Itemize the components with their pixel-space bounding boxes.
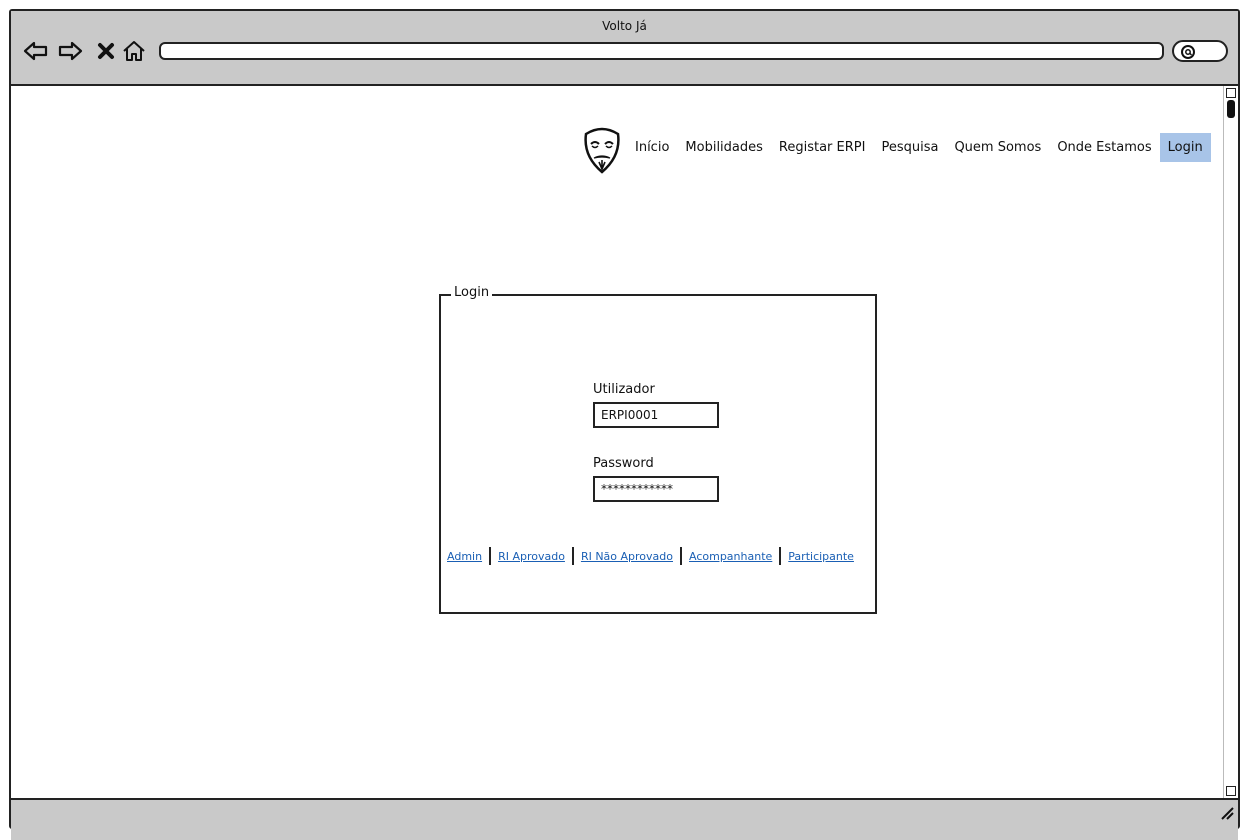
nav-mobilidades[interactable]: Mobilidades bbox=[677, 133, 771, 162]
search-box[interactable] bbox=[1172, 40, 1228, 62]
nav-login[interactable]: Login bbox=[1159, 133, 1211, 162]
window-title: Volto Já bbox=[602, 19, 647, 33]
close-icon[interactable] bbox=[93, 38, 119, 64]
resize-grip-icon[interactable] bbox=[1220, 806, 1234, 820]
login-legend: Login bbox=[451, 285, 493, 300]
password-input[interactable] bbox=[593, 476, 719, 502]
login-panel: Login Utilizador Password Admin RI Aprov… bbox=[439, 285, 877, 614]
page-content: Início Mobilidades Registar ERPI Pesquis… bbox=[11, 86, 1222, 797]
scroll-down-icon[interactable] bbox=[1226, 786, 1236, 796]
scroll-thumb[interactable] bbox=[1227, 100, 1235, 118]
vertical-scrollbar[interactable] bbox=[1223, 86, 1238, 798]
link-acompanhante[interactable]: Acompanhante bbox=[689, 550, 772, 563]
title-bar: Volto Já bbox=[11, 11, 1238, 86]
nav-onde-estamos[interactable]: Onde Estamos bbox=[1049, 133, 1159, 162]
site-navigation: Início Mobilidades Registar ERPI Pesquis… bbox=[627, 133, 1211, 162]
username-label: Utilizador bbox=[593, 382, 655, 397]
forward-icon[interactable] bbox=[57, 38, 83, 64]
divider bbox=[779, 547, 782, 565]
divider bbox=[489, 547, 492, 565]
link-ri-nao-aprovado[interactable]: RI Não Aprovado bbox=[581, 550, 673, 563]
address-bar[interactable] bbox=[159, 42, 1164, 60]
nav-pesquisa[interactable]: Pesquisa bbox=[873, 133, 946, 162]
nav-registar-erpi[interactable]: Registar ERPI bbox=[771, 133, 874, 162]
nav-quem-somos[interactable]: Quem Somos bbox=[946, 133, 1049, 162]
password-label: Password bbox=[593, 456, 654, 471]
link-participante[interactable]: Participante bbox=[788, 550, 854, 563]
scroll-up-icon[interactable] bbox=[1226, 88, 1236, 98]
nav-inicio[interactable]: Início bbox=[627, 133, 677, 162]
link-ri-aprovado[interactable]: RI Aprovado bbox=[498, 550, 565, 563]
status-bar bbox=[11, 798, 1238, 840]
back-icon[interactable] bbox=[23, 38, 49, 64]
username-input[interactable] bbox=[593, 402, 719, 428]
mask-logo bbox=[584, 127, 620, 174]
browser-window: Volto Já Início Mobilidades Registar ERP… bbox=[9, 9, 1240, 840]
home-icon[interactable] bbox=[121, 38, 147, 64]
divider bbox=[680, 547, 682, 565]
divider bbox=[571, 547, 574, 565]
link-admin[interactable]: Admin bbox=[447, 550, 482, 563]
role-links: Admin RI Aprovado RI Não Aprovado Acompa… bbox=[447, 547, 854, 565]
search-icon bbox=[1181, 45, 1195, 59]
